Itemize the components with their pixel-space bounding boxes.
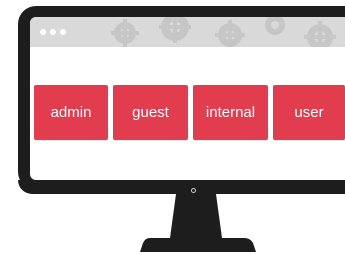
- window-dot-icon: [50, 29, 56, 35]
- role-button-label: guest: [132, 104, 169, 121]
- window-dot-icon: [60, 29, 66, 35]
- gears-pattern-icon: [111, 17, 336, 47]
- role-button-admin[interactable]: admin: [34, 85, 108, 140]
- browser-title-bar: [30, 17, 345, 47]
- monitor-illustration: admin guest internal user: [0, 0, 345, 254]
- power-button-icon: [191, 188, 196, 193]
- role-button-label: admin: [50, 104, 92, 121]
- role-button-label: internal: [205, 104, 256, 121]
- role-button-internal[interactable]: internal: [193, 85, 268, 140]
- role-button-guest[interactable]: guest: [113, 85, 188, 140]
- role-button-label: user: [294, 104, 324, 121]
- monitor-chin: [18, 180, 345, 194]
- window-dot-icon: [40, 29, 46, 35]
- role-button-user[interactable]: user: [273, 85, 345, 140]
